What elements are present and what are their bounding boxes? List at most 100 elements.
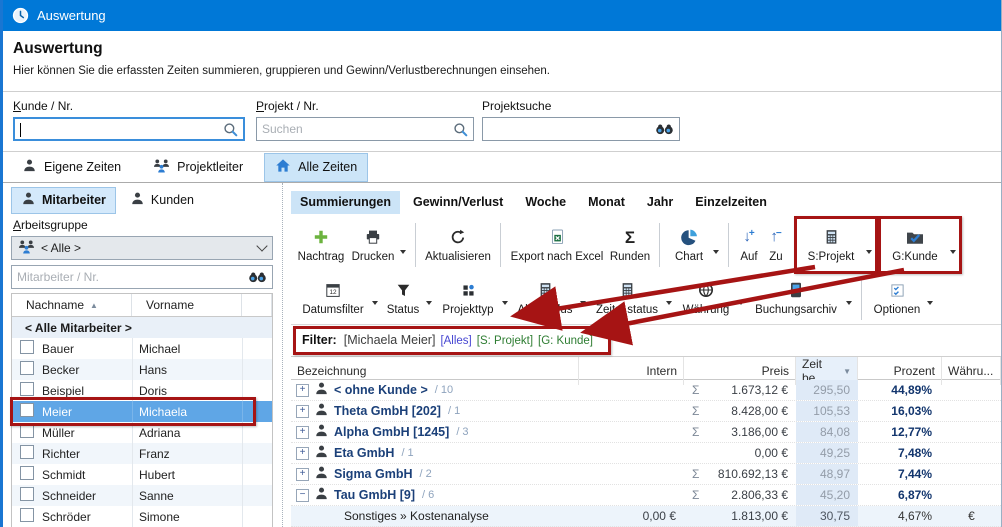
dropdown-arrow-icon[interactable] <box>846 301 852 305</box>
page-header: Auswertung Hier können Sie die erfassten… <box>3 31 1001 92</box>
auf-button[interactable]: ↓+Auf <box>735 220 763 270</box>
projektsuche-label: Projektsuche <box>482 99 680 113</box>
table-row-eta-gmbh[interactable]: +Eta GmbH/ 10,00 €49,257,48% <box>291 443 1001 464</box>
person-icon <box>314 402 329 420</box>
runden-button[interactable]: ΣRunden <box>607 220 653 270</box>
svg-text:12: 12 <box>329 289 337 296</box>
row-checkbox[interactable] <box>20 466 34 480</box>
main-tab-summierungen[interactable]: Summierungen <box>291 191 400 214</box>
dropdown-arrow-icon[interactable] <box>927 301 933 305</box>
drucken-button[interactable]: Drucken <box>347 220 409 270</box>
table-row-tau-gmbh-9[interactable]: −Tau GmbH [9]/ 6Σ2.806,33 €45,206,87% <box>291 485 1001 506</box>
dropdown-arrow-icon[interactable] <box>400 250 406 254</box>
arbeitsgruppe-select[interactable]: < Alle > <box>11 236 273 260</box>
main-tab-einzelzeiten[interactable]: Einzelzeiten <box>686 191 776 214</box>
table-row-sonstiges-kostenanalyse[interactable]: Sonstiges » Kostenanalyse0,00 €1.813,00 … <box>291 506 1001 527</box>
list-item-beispiel[interactable]: BeispielDoris <box>12 380 272 401</box>
list-item-müller[interactable]: MüllerAdriana <box>12 422 272 443</box>
s-projekt-button[interactable]: S:Projekt <box>797 220 875 270</box>
chart-button[interactable]: Chart <box>666 220 722 270</box>
kunde-field[interactable] <box>15 122 223 136</box>
left-tab-kunden[interactable]: Kunden <box>120 187 204 214</box>
collapse-node-icon[interactable]: − <box>296 489 309 502</box>
dropdown-arrow-icon[interactable] <box>950 250 956 254</box>
left-tab-mitarbeiter[interactable]: Mitarbeiter <box>11 187 116 214</box>
expand-node-icon[interactable]: + <box>296 426 309 439</box>
calculator-icon <box>538 280 553 300</box>
list-item-schneider[interactable]: SchneiderSanne <box>12 485 272 506</box>
optionen-button[interactable]: Optionen <box>868 275 936 321</box>
results-table-header: BezeichnungInternPreisZeit be...▼Prozent… <box>291 357 1001 380</box>
filter-part: [G: Kunde] <box>538 335 593 347</box>
status-button[interactable]: Status <box>381 275 435 321</box>
abr-modus-button[interactable]: Abr.modus <box>511 275 589 321</box>
clock-icon <box>12 6 29 26</box>
expand-node-icon[interactable]: + <box>296 405 309 418</box>
toolbar-filters: 12DatumsfilterStatusProjekttypAbr.modusZ… <box>291 272 1001 325</box>
table-row-ohne-kunde[interactable]: +< ohne Kunde >/ 10Σ1.673,12 €295,5044,8… <box>291 380 1001 401</box>
row-checkbox[interactable] <box>20 361 34 375</box>
row-checkbox[interactable] <box>20 445 34 459</box>
zu-button[interactable]: ↑−Zu <box>763 220 789 270</box>
list-item-schröder[interactable]: SchröderSimone <box>12 506 272 527</box>
aktualisieren-button[interactable]: Aktualisieren <box>422 220 494 270</box>
expand-down-icon: ↓+ <box>743 227 754 247</box>
buchungsarchiv-button[interactable]: Buchungsarchiv <box>747 275 855 321</box>
window-titlebar[interactable]: Auswertung <box>3 0 1001 31</box>
dropdown-arrow-icon[interactable] <box>580 301 586 305</box>
dropdown-arrow-icon[interactable] <box>666 301 672 305</box>
scope-tab-alle-zeiten[interactable]: Alle Zeiten <box>264 153 368 182</box>
expand-node-icon[interactable]: + <box>296 384 309 397</box>
dropdown-arrow-icon[interactable] <box>713 250 719 254</box>
main-tab-monat[interactable]: Monat <box>579 191 634 214</box>
list-item-bauer[interactable]: BauerMichael <box>12 338 272 359</box>
column-header-nachname[interactable]: Nachname▲ <box>12 294 132 316</box>
scope-tab-projektleiter[interactable]: Projektleiter <box>142 153 254 182</box>
row-checkbox[interactable] <box>20 403 34 417</box>
expand-node-icon[interactable]: + <box>296 468 309 481</box>
row-checkbox[interactable] <box>20 424 34 438</box>
nachtrag-button[interactable]: Nachtrag <box>295 220 347 270</box>
projektsuche-input[interactable] <box>482 117 680 141</box>
datumsfilter-button[interactable]: 12Datumsfilter <box>295 275 381 321</box>
table-row-theta-gmbh-202[interactable]: +Theta GmbH [202]/ 1Σ8.428,00 €105,5316,… <box>291 401 1001 422</box>
expand-node-icon[interactable]: + <box>296 447 309 460</box>
list-item-alle-mitarbeiter[interactable]: < Alle Mitarbeiter > <box>12 317 272 338</box>
row-checkbox[interactable] <box>20 382 34 396</box>
sigma-icon: Σ <box>625 227 635 247</box>
row-checkbox[interactable] <box>20 508 34 522</box>
row-checkbox[interactable] <box>20 340 34 354</box>
panel-splitter[interactable] <box>282 183 291 527</box>
dropdown-arrow-icon[interactable] <box>866 250 872 254</box>
row-checkbox[interactable] <box>20 487 34 501</box>
column-header-vorname[interactable]: Vorname <box>132 294 242 316</box>
table-row-sigma-gmbh[interactable]: +Sigma GmbH/ 2Σ810.692,13 €48,977,44% <box>291 464 1001 485</box>
dropdown-arrow-icon[interactable] <box>372 301 378 305</box>
mitarbeiter-search-field[interactable] <box>12 270 248 284</box>
list-item-meier[interactable]: MeierMichaela <box>12 401 272 422</box>
projekttyp-button[interactable]: Projekttyp <box>435 275 511 321</box>
main-tab-woche[interactable]: Woche <box>516 191 575 214</box>
zeitst-status-button[interactable]: Zeitst.status <box>589 275 675 321</box>
main-tab-gewinn-verlust[interactable]: Gewinn/Verlust <box>404 191 512 214</box>
right-panel: SummierungenGewinn/VerlustWocheMonatJahr… <box>291 183 1001 527</box>
calculator-icon <box>824 227 839 247</box>
projektsuche-field[interactable] <box>483 122 655 136</box>
export-nach-excel-button[interactable]: Export nach Excel <box>507 220 607 270</box>
main-tab-jahr[interactable]: Jahr <box>638 191 682 214</box>
kunde-input[interactable] <box>13 117 245 141</box>
mitarbeiter-search-input[interactable] <box>11 265 273 289</box>
sigma-symbol: Σ <box>692 488 699 502</box>
list-item-becker[interactable]: BeckerHans <box>12 359 272 380</box>
dropdown-arrow-icon[interactable] <box>426 301 432 305</box>
dropdown-arrow-icon[interactable] <box>738 301 744 305</box>
list-item-schmidt[interactable]: SchmidtHubert <box>12 464 272 485</box>
währung-button[interactable]: Währung <box>675 275 747 321</box>
g-kunde-button[interactable]: G:Kunde <box>881 220 959 270</box>
dropdown-arrow-icon[interactable] <box>502 301 508 305</box>
projekt-field[interactable] <box>257 122 453 136</box>
list-item-richter[interactable]: RichterFranz <box>12 443 272 464</box>
table-row-alpha-gmbh-1245[interactable]: +Alpha GmbH [1245]/ 3Σ3.186,00 €84,0812,… <box>291 422 1001 443</box>
projekt-input[interactable] <box>256 117 474 141</box>
scope-tab-eigene-zeiten[interactable]: Eigene Zeiten <box>11 153 132 182</box>
